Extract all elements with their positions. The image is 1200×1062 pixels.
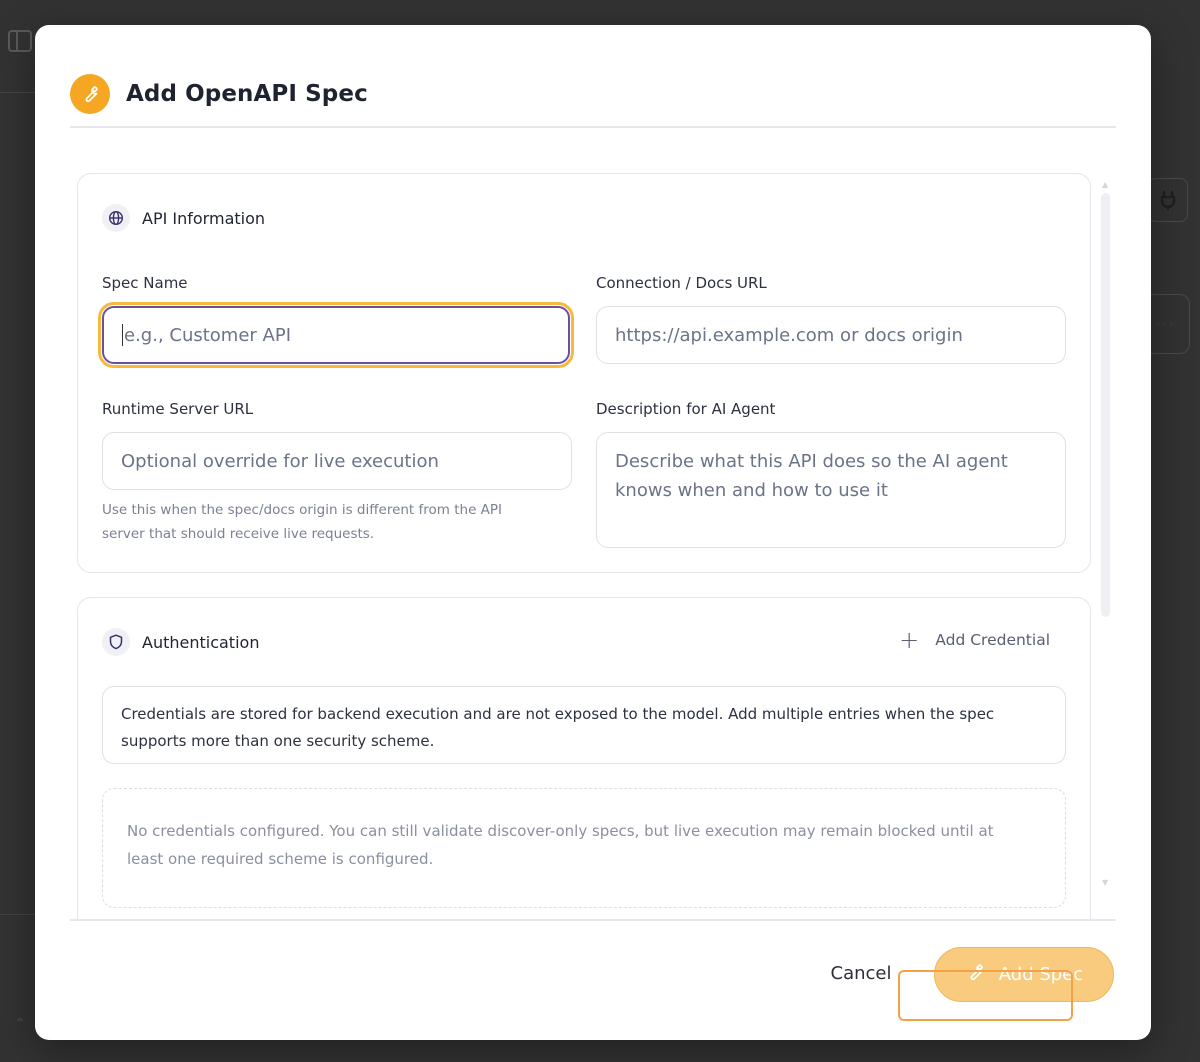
- spec-name-label: Spec Name: [102, 274, 188, 292]
- footer-divider: [70, 919, 1116, 921]
- wrench-icon: [965, 962, 985, 987]
- runtime-url-help: Use this when the spec/docs origin is di…: [102, 498, 502, 546]
- connection-url-placeholder: https://api.example.com or docs origin: [615, 324, 963, 346]
- text-caret: [122, 324, 123, 346]
- authentication-header: Authentication: [102, 628, 259, 656]
- no-credentials-line: least one required scheme is configured.: [127, 850, 434, 868]
- connection-url-input[interactable]: https://api.example.com or docs origin: [596, 306, 1066, 364]
- header-divider: [70, 126, 1116, 128]
- description-placeholder-line: knows when and how to use it: [615, 480, 888, 501]
- credentials-info-line: supports more than one security scheme.: [121, 732, 435, 750]
- chevron-updown-icon: ⌃: [14, 1016, 26, 1032]
- dialog-body: API Information Spec Name e.g., Customer…: [77, 173, 1091, 919]
- globe-icon: [102, 204, 130, 232]
- divider: [0, 914, 36, 915]
- shield-icon: [102, 628, 130, 656]
- runtime-url-label: Runtime Server URL: [102, 400, 254, 418]
- dialog-title: Add OpenAPI Spec: [126, 81, 368, 107]
- add-credential-label: Add Credential: [935, 631, 1050, 649]
- spec-name-input[interactable]: e.g., Customer API: [98, 302, 574, 368]
- no-credentials-placeholder: No credentials configured. You can still…: [102, 788, 1066, 908]
- api-information-card: API Information Spec Name e.g., Customer…: [77, 173, 1091, 573]
- dialog-header: Add OpenAPI Spec: [70, 61, 1116, 127]
- connection-url-label: Connection / Docs URL: [596, 274, 767, 292]
- api-information-header: API Information: [102, 204, 265, 232]
- spec-name-placeholder: e.g., Customer API: [124, 324, 292, 346]
- description-placeholder: Describe what this API does so the AI ag…: [615, 447, 1008, 505]
- credentials-info-line: Credentials are stored for backend execu…: [121, 705, 995, 723]
- plug-icon: [1148, 178, 1188, 222]
- scrollbar-thumb[interactable]: [1101, 193, 1110, 617]
- scroll-down-arrow[interactable]: ▼: [1102, 878, 1108, 887]
- add-openapi-spec-dialog: Add OpenAPI Spec API Information Spec Na…: [35, 25, 1151, 1040]
- plus-icon: +: [899, 626, 920, 654]
- runtime-url-placeholder: Optional override for live execution: [121, 450, 439, 472]
- runtime-url-help-line: server that should receive live requests…: [102, 526, 375, 542]
- sidebar-toggle-icon: [8, 30, 32, 52]
- runtime-url-help-line: Use this when the spec/docs origin is di…: [102, 502, 503, 518]
- add-credential-button[interactable]: + Add Credential: [899, 628, 1050, 652]
- scroll-up-arrow[interactable]: ▲: [1102, 180, 1108, 189]
- authentication-title: Authentication: [142, 632, 260, 652]
- divider: [0, 92, 36, 93]
- api-information-title: API Information: [142, 208, 266, 228]
- description-placeholder-line: Describe what this API does so the AI ag…: [615, 451, 1008, 472]
- add-spec-button[interactable]: Add Spec: [934, 947, 1114, 1002]
- wrench-icon: [70, 74, 110, 114]
- runtime-url-input[interactable]: Optional override for live execution: [102, 432, 572, 490]
- description-label: Description for AI Agent: [596, 400, 776, 418]
- cancel-button[interactable]: Cancel: [816, 948, 906, 998]
- credentials-info-box: Credentials are stored for backend execu…: [102, 686, 1066, 764]
- add-spec-label: Add Spec: [998, 964, 1084, 985]
- description-textarea[interactable]: Describe what this API does so the AI ag…: [596, 432, 1066, 548]
- no-credentials-line: No credentials configured. You can still…: [127, 822, 994, 840]
- authentication-card: Authentication + Add Credential Credenti…: [77, 597, 1091, 919]
